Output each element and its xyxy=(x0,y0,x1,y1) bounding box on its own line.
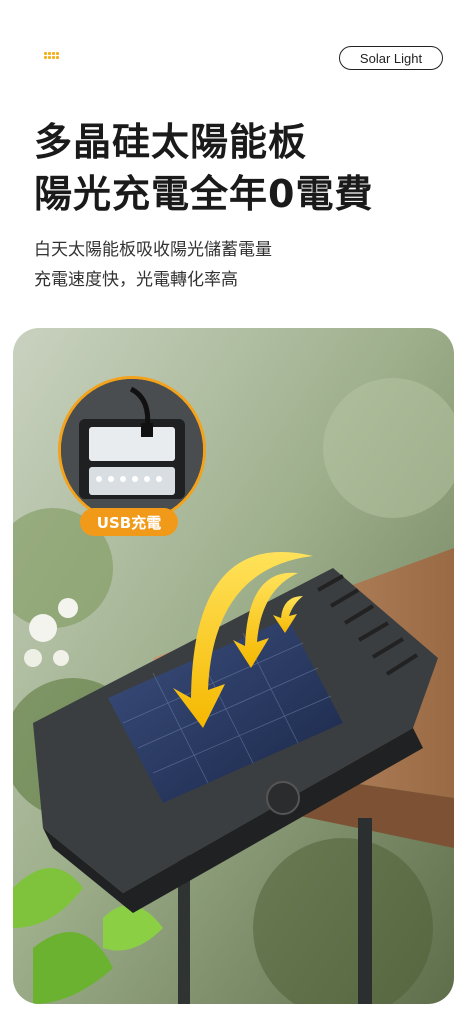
solar-light-badge: Solar Light xyxy=(339,46,443,70)
grid-dots-icon xyxy=(44,52,60,60)
description-line-1: 白天太陽能板吸收陽光儲蓄電量 xyxy=(34,240,272,260)
usb-charging-label: USB充電 xyxy=(80,508,178,536)
headline-line-2: 陽光充電全年0電費 xyxy=(34,172,374,216)
usb-charging-inset xyxy=(58,376,206,524)
description-line-2: 充電速度快，光電轉化率高 xyxy=(34,270,238,290)
headline-line-1: 多晶硅太陽能板 xyxy=(34,120,308,164)
